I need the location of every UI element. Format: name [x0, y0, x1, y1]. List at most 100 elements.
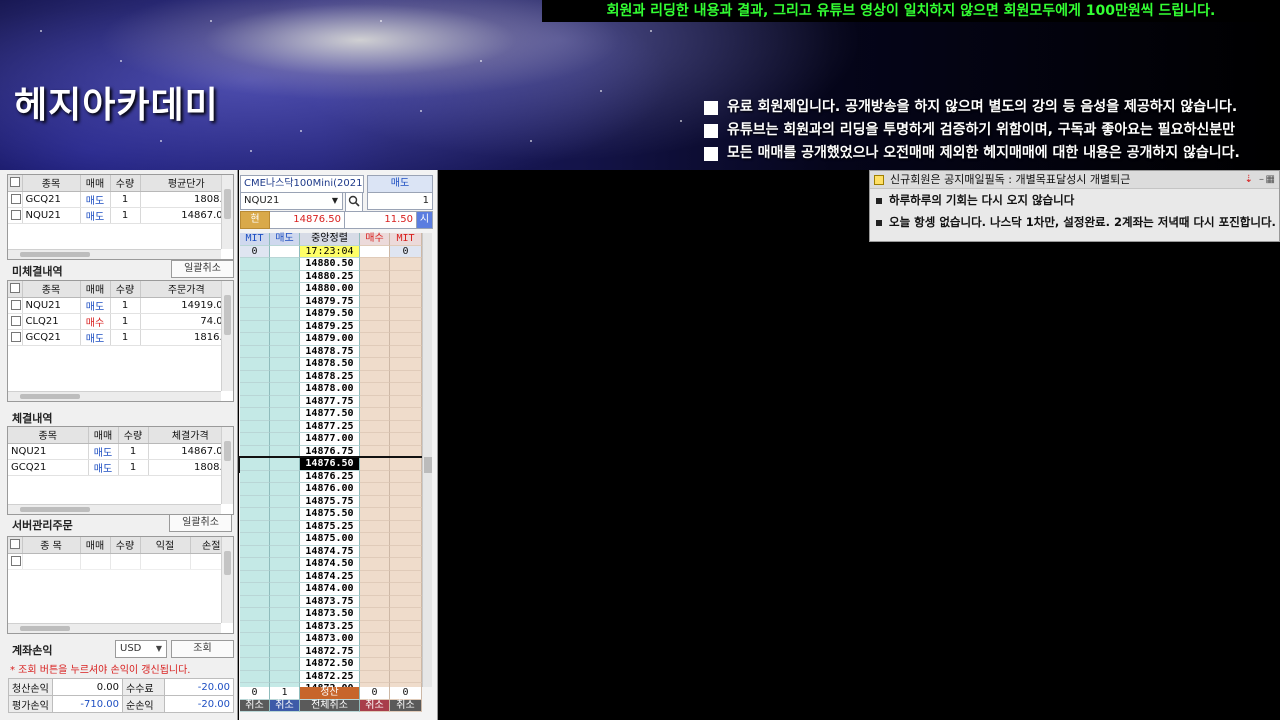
price-cell[interactable]: 14876.25	[300, 470, 360, 483]
mit-sell-cell[interactable]	[240, 258, 270, 271]
ladder-row[interactable]: 14875.75	[240, 495, 422, 508]
price-cell[interactable]: 14877.00	[300, 433, 360, 446]
sell-order-cell[interactable]	[270, 283, 300, 296]
ladder-row[interactable]: 14880.00	[240, 283, 422, 296]
mit-buy-cell[interactable]	[390, 508, 422, 521]
sell-order-cell[interactable]	[270, 445, 300, 458]
buy-order-cell[interactable]	[360, 595, 390, 608]
price-cell[interactable]: 14877.50	[300, 408, 360, 421]
liquidate-button[interactable]: 청산	[300, 687, 360, 700]
sell-order-cell[interactable]	[270, 458, 300, 471]
mit-sell-cell[interactable]	[240, 295, 270, 308]
ladder-row[interactable]: 14877.50	[240, 408, 422, 421]
buy-order-cell[interactable]	[360, 508, 390, 521]
buy-order-cell[interactable]	[360, 383, 390, 396]
mit-buy-cell[interactable]	[390, 470, 422, 483]
mit-sell-cell[interactable]	[240, 583, 270, 596]
price-cell[interactable]: 14875.25	[300, 520, 360, 533]
buy-order-cell[interactable]	[360, 395, 390, 408]
table-row[interactable]	[8, 553, 233, 570]
sell-order-cell[interactable]	[270, 433, 300, 446]
ladder-row[interactable]: 14879.50	[240, 308, 422, 321]
buy-order-cell[interactable]	[360, 670, 390, 683]
cancel-buy-button[interactable]: 취소	[360, 699, 390, 712]
mit-buy-cell[interactable]	[390, 258, 422, 271]
sell-order-cell[interactable]	[270, 658, 300, 671]
mit-sell-cell[interactable]	[240, 633, 270, 646]
mit-sell-cell[interactable]	[240, 558, 270, 571]
qty-field[interactable]: 1	[367, 192, 433, 210]
sell-order-cell[interactable]	[270, 370, 300, 383]
sell-order-cell[interactable]	[270, 645, 300, 658]
buy-order-cell[interactable]	[360, 270, 390, 283]
table-row[interactable]: NQU21 매도 1 14919.00	[8, 297, 233, 314]
sell-order-cell[interactable]	[270, 345, 300, 358]
buy-order-cell[interactable]	[360, 583, 390, 596]
buy-order-cell[interactable]	[360, 620, 390, 633]
sell-order-cell[interactable]	[270, 608, 300, 621]
mit-sell-cell[interactable]	[240, 383, 270, 396]
buy-order-cell[interactable]	[360, 420, 390, 433]
mit-buy-cell[interactable]	[390, 570, 422, 583]
sell-order-cell[interactable]	[270, 633, 300, 646]
sell-order-cell[interactable]	[270, 558, 300, 571]
buy-order-cell[interactable]	[360, 370, 390, 383]
row-checkbox[interactable]	[11, 315, 21, 326]
sell-order-cell[interactable]	[270, 333, 300, 346]
mit-buy-cell[interactable]	[390, 595, 422, 608]
buy-order-cell[interactable]	[360, 333, 390, 346]
buy-order-cell[interactable]	[360, 433, 390, 446]
table-row[interactable]: GCQ21 매도 1 1808.0	[8, 191, 233, 208]
ladder-row[interactable]: 14879.00	[240, 333, 422, 346]
sell-order-cell[interactable]	[270, 470, 300, 483]
ladder-row[interactable]: 14873.75	[240, 595, 422, 608]
ladder-row[interactable]: 14874.00	[240, 583, 422, 596]
select-all-checkbox[interactable]	[8, 537, 23, 554]
price-cell[interactable]: 14873.50	[300, 608, 360, 621]
sell-order-cell[interactable]	[270, 495, 300, 508]
price-cell[interactable]: 14878.25	[300, 370, 360, 383]
price-cell[interactable]: 14872.50	[300, 658, 360, 671]
ladder-row[interactable]: 14878.00	[240, 383, 422, 396]
ladder-row[interactable]: 14874.25	[240, 570, 422, 583]
buy-order-cell[interactable]	[360, 470, 390, 483]
sell-order-cell[interactable]	[270, 295, 300, 308]
mit-buy-cell[interactable]	[390, 420, 422, 433]
buy-order-cell[interactable]	[360, 320, 390, 333]
mit-sell-cell[interactable]	[240, 458, 270, 471]
mit-buy-cell[interactable]	[390, 383, 422, 396]
mit-buy-cell[interactable]	[390, 633, 422, 646]
mit-sell-cell[interactable]	[240, 270, 270, 283]
mit-sell-cell[interactable]	[240, 470, 270, 483]
buy-order-cell[interactable]	[360, 258, 390, 271]
table-row[interactable]: GCQ21 매도 1 1808.0	[8, 459, 233, 476]
buy-order-cell[interactable]	[360, 345, 390, 358]
ladder-row[interactable]: 14875.00	[240, 533, 422, 546]
sell-order-cell[interactable]	[270, 408, 300, 421]
price-cell[interactable]: 14874.25	[300, 570, 360, 583]
product-field[interactable]: CME나스닥100Mini(202109	[240, 175, 364, 193]
mit-buy-cell[interactable]	[390, 270, 422, 283]
buy-order-cell[interactable]	[360, 283, 390, 296]
mit-buy-cell[interactable]	[390, 608, 422, 621]
mit-buy-cell[interactable]	[390, 483, 422, 496]
notice-titlebar[interactable]: 신규회원은 공지매일필독 : 개별목표달성시 개별퇴근 ⇣ – ▦	[870, 171, 1279, 189]
ladder-row[interactable]: 14878.25	[240, 370, 422, 383]
ladder-row[interactable]: 14873.25	[240, 620, 422, 633]
buy-order-cell[interactable]	[360, 633, 390, 646]
mit-buy-cell[interactable]	[390, 458, 422, 471]
mit-buy-cell[interactable]	[390, 658, 422, 671]
unfilled-cancel-all-button[interactable]: 일괄취소	[171, 260, 234, 278]
sell-order-cell[interactable]	[270, 420, 300, 433]
ladder-row[interactable]: 14876.50	[238, 456, 424, 473]
buy-order-cell[interactable]	[360, 408, 390, 421]
price-cell[interactable]: 14877.25	[300, 420, 360, 433]
mit-sell-cell[interactable]	[240, 283, 270, 296]
ladder-row[interactable]: 14874.50	[240, 558, 422, 571]
mit-buy-cell[interactable]	[390, 333, 422, 346]
price-cell[interactable]: 14873.00	[300, 633, 360, 646]
mit-buy-cell[interactable]	[390, 583, 422, 596]
mit-buy-cell[interactable]	[390, 320, 422, 333]
sell-order-cell[interactable]	[270, 483, 300, 496]
buy-order-cell[interactable]	[360, 570, 390, 583]
